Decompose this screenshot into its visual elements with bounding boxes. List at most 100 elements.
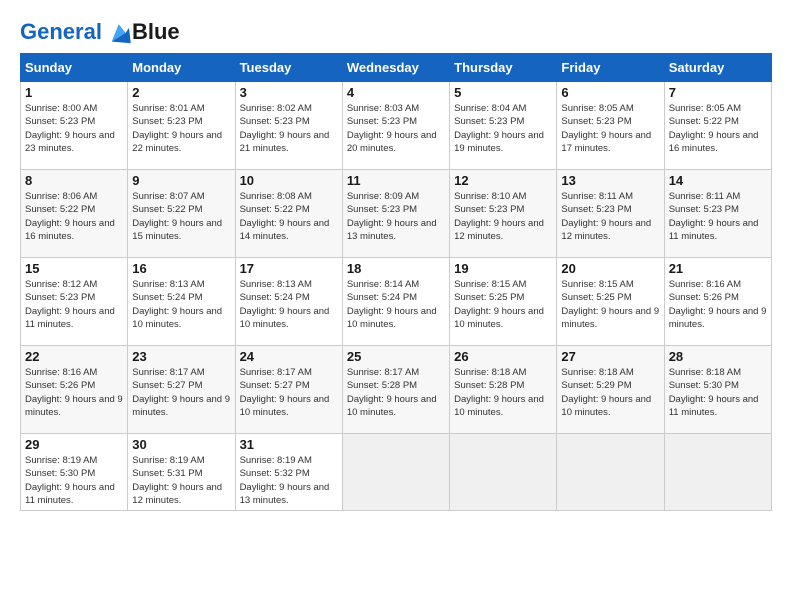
calendar-cell: 6 Sunrise: 8:05 AMSunset: 5:23 PMDaylight…: [557, 82, 664, 170]
day-number: 11: [347, 173, 445, 188]
calendar-cell: 24 Sunrise: 8:17 AMSunset: 5:27 PMDayligh…: [235, 346, 342, 434]
day-number: 6: [561, 85, 659, 100]
calendar-cell: 13 Sunrise: 8:11 AMSunset: 5:23 PMDayligh…: [557, 170, 664, 258]
day-number: 12: [454, 173, 552, 188]
col-header-saturday: Saturday: [664, 54, 771, 82]
day-number: 14: [669, 173, 767, 188]
day-number: 7: [669, 85, 767, 100]
day-number: 21: [669, 261, 767, 276]
day-number: 10: [240, 173, 338, 188]
day-info: Sunrise: 8:18 AMSunset: 5:28 PMDaylight:…: [454, 366, 552, 419]
day-info: Sunrise: 8:18 AMSunset: 5:29 PMDaylight:…: [561, 366, 659, 419]
day-number: 27: [561, 349, 659, 364]
calendar-cell: 8Sunrise: 8:06 AMSunset: 5:22 PMDaylight…: [21, 170, 128, 258]
day-info: Sunrise: 8:19 AMSunset: 5:32 PMDaylight:…: [240, 454, 338, 507]
day-info: Sunrise: 8:19 AMSunset: 5:31 PMDaylight:…: [132, 454, 230, 507]
day-info: Sunrise: 8:13 AMSunset: 5:24 PMDaylight:…: [132, 278, 230, 331]
calendar-cell: 1 Sunrise: 8:00 AMSunset: 5:23 PMDaylight…: [21, 82, 128, 170]
day-info: Sunrise: 8:17 AMSunset: 5:27 PMDaylight:…: [240, 366, 338, 419]
day-number: 22: [25, 349, 123, 364]
calendar-cell: 11 Sunrise: 8:09 AMSunset: 5:23 PMDayligh…: [342, 170, 449, 258]
day-info: Sunrise: 8:08 AMSunset: 5:22 PMDaylight:…: [240, 190, 338, 243]
calendar-cell: 10 Sunrise: 8:08 AMSunset: 5:22 PMDayligh…: [235, 170, 342, 258]
calendar-cell: 9 Sunrise: 8:07 AMSunset: 5:22 PMDaylight…: [128, 170, 235, 258]
day-info: Sunrise: 8:12 AMSunset: 5:23 PMDaylight:…: [25, 278, 123, 331]
day-number: 26: [454, 349, 552, 364]
calendar-cell: 12 Sunrise: 8:10 AMSunset: 5:23 PMDayligh…: [450, 170, 557, 258]
day-number: 25: [347, 349, 445, 364]
day-info: Sunrise: 8:02 AMSunset: 5:23 PMDaylight:…: [240, 102, 338, 155]
day-info: Sunrise: 8:00 AMSunset: 5:23 PMDaylight:…: [25, 102, 123, 155]
calendar-cell: 21 Sunrise: 8:16 AMSunset: 5:26 PMDayligh…: [664, 258, 771, 346]
calendar-cell: 3Sunrise: 8:02 AMSunset: 5:23 PMDaylight…: [235, 82, 342, 170]
day-info: Sunrise: 8:06 AMSunset: 5:22 PMDaylight:…: [25, 190, 123, 243]
calendar-cell: 7Sunrise: 8:05 AMSunset: 5:22 PMDaylight…: [664, 82, 771, 170]
calendar-cell: 26 Sunrise: 8:18 AMSunset: 5:28 PMDayligh…: [450, 346, 557, 434]
calendar-week-row: 8Sunrise: 8:06 AMSunset: 5:22 PMDaylight…: [21, 170, 772, 258]
calendar-cell: [557, 434, 664, 511]
calendar-week-row: 29 Sunrise: 8:19 AMSunset: 5:30 PMDayligh…: [21, 434, 772, 511]
calendar-cell: [450, 434, 557, 511]
day-number: 15: [25, 261, 123, 276]
calendar: SundayMondayTuesdayWednesdayThursdayFrid…: [20, 53, 772, 511]
day-info: Sunrise: 8:19 AMSunset: 5:30 PMDaylight:…: [25, 454, 123, 507]
day-number: 2: [132, 85, 230, 100]
calendar-cell: 17Sunrise: 8:13 AMSunset: 5:24 PMDayligh…: [235, 258, 342, 346]
col-header-thursday: Thursday: [450, 54, 557, 82]
header: GeneralBlue: [20, 20, 772, 45]
day-info: Sunrise: 8:16 AMSunset: 5:26 PMDaylight:…: [669, 278, 767, 331]
logo: GeneralBlue: [20, 20, 178, 45]
day-info: Sunrise: 8:11 AMSunset: 5:23 PMDaylight:…: [669, 190, 767, 243]
calendar-week-row: 15 Sunrise: 8:12 AMSunset: 5:23 PMDayligh…: [21, 258, 772, 346]
calendar-cell: [664, 434, 771, 511]
day-info: Sunrise: 8:09 AMSunset: 5:23 PMDaylight:…: [347, 190, 445, 243]
calendar-cell: 22 Sunrise: 8:16 AMSunset: 5:26 PMDayligh…: [21, 346, 128, 434]
calendar-cell: 19 Sunrise: 8:15 AMSunset: 5:25 PMDayligh…: [450, 258, 557, 346]
calendar-cell: 14 Sunrise: 8:11 AMSunset: 5:23 PMDayligh…: [664, 170, 771, 258]
calendar-cell: 27 Sunrise: 8:18 AMSunset: 5:29 PMDayligh…: [557, 346, 664, 434]
col-header-tuesday: Tuesday: [235, 54, 342, 82]
day-number: 9: [132, 173, 230, 188]
day-info: Sunrise: 8:17 AMSunset: 5:28 PMDaylight:…: [347, 366, 445, 419]
day-info: Sunrise: 8:11 AMSunset: 5:23 PMDaylight:…: [561, 190, 659, 243]
calendar-cell: 31 Sunrise: 8:19 AMSunset: 5:32 PMDayligh…: [235, 434, 342, 511]
day-info: Sunrise: 8:16 AMSunset: 5:26 PMDaylight:…: [25, 366, 123, 419]
day-number: 18: [347, 261, 445, 276]
calendar-cell: 25 Sunrise: 8:17 AMSunset: 5:28 PMDayligh…: [342, 346, 449, 434]
day-number: 28: [669, 349, 767, 364]
day-number: 19: [454, 261, 552, 276]
day-number: 13: [561, 173, 659, 188]
calendar-cell: 29 Sunrise: 8:19 AMSunset: 5:30 PMDayligh…: [21, 434, 128, 511]
calendar-cell: [342, 434, 449, 511]
day-number: 31: [240, 437, 338, 452]
day-number: 5: [454, 85, 552, 100]
logo-text: GeneralBlue: [20, 20, 180, 45]
calendar-cell: 4 Sunrise: 8:03 AMSunset: 5:23 PMDaylight…: [342, 82, 449, 170]
day-info: Sunrise: 8:15 AMSunset: 5:25 PMDaylight:…: [454, 278, 552, 331]
calendar-header-row: SundayMondayTuesdayWednesdayThursdayFrid…: [21, 54, 772, 82]
calendar-cell: 28 Sunrise: 8:18 AMSunset: 5:30 PMDayligh…: [664, 346, 771, 434]
calendar-cell: 5 Sunrise: 8:04 AMSunset: 5:23 PMDaylight…: [450, 82, 557, 170]
calendar-cell: 16 Sunrise: 8:13 AMSunset: 5:24 PMDayligh…: [128, 258, 235, 346]
col-header-sunday: Sunday: [21, 54, 128, 82]
calendar-cell: 23 Sunrise: 8:17 AMSunset: 5:27 PMDayligh…: [128, 346, 235, 434]
day-info: Sunrise: 8:05 AMSunset: 5:23 PMDaylight:…: [561, 102, 659, 155]
day-info: Sunrise: 8:18 AMSunset: 5:30 PMDaylight:…: [669, 366, 767, 419]
day-number: 24: [240, 349, 338, 364]
day-number: 23: [132, 349, 230, 364]
calendar-cell: 2Sunrise: 8:01 AMSunset: 5:23 PMDaylight…: [128, 82, 235, 170]
day-info: Sunrise: 8:03 AMSunset: 5:23 PMDaylight:…: [347, 102, 445, 155]
col-header-wednesday: Wednesday: [342, 54, 449, 82]
day-number: 30: [132, 437, 230, 452]
day-info: Sunrise: 8:15 AMSunset: 5:25 PMDaylight:…: [561, 278, 659, 331]
day-number: 1: [25, 85, 123, 100]
day-number: 29: [25, 437, 123, 452]
day-info: Sunrise: 8:17 AMSunset: 5:27 PMDaylight:…: [132, 366, 230, 419]
page: GeneralBlue SundayMondayTuesdayWednesday…: [0, 0, 792, 521]
day-number: 16: [132, 261, 230, 276]
calendar-week-row: 22 Sunrise: 8:16 AMSunset: 5:26 PMDayligh…: [21, 346, 772, 434]
day-number: 4: [347, 85, 445, 100]
day-info: Sunrise: 8:10 AMSunset: 5:23 PMDaylight:…: [454, 190, 552, 243]
day-info: Sunrise: 8:04 AMSunset: 5:23 PMDaylight:…: [454, 102, 552, 155]
day-info: Sunrise: 8:07 AMSunset: 5:22 PMDaylight:…: [132, 190, 230, 243]
